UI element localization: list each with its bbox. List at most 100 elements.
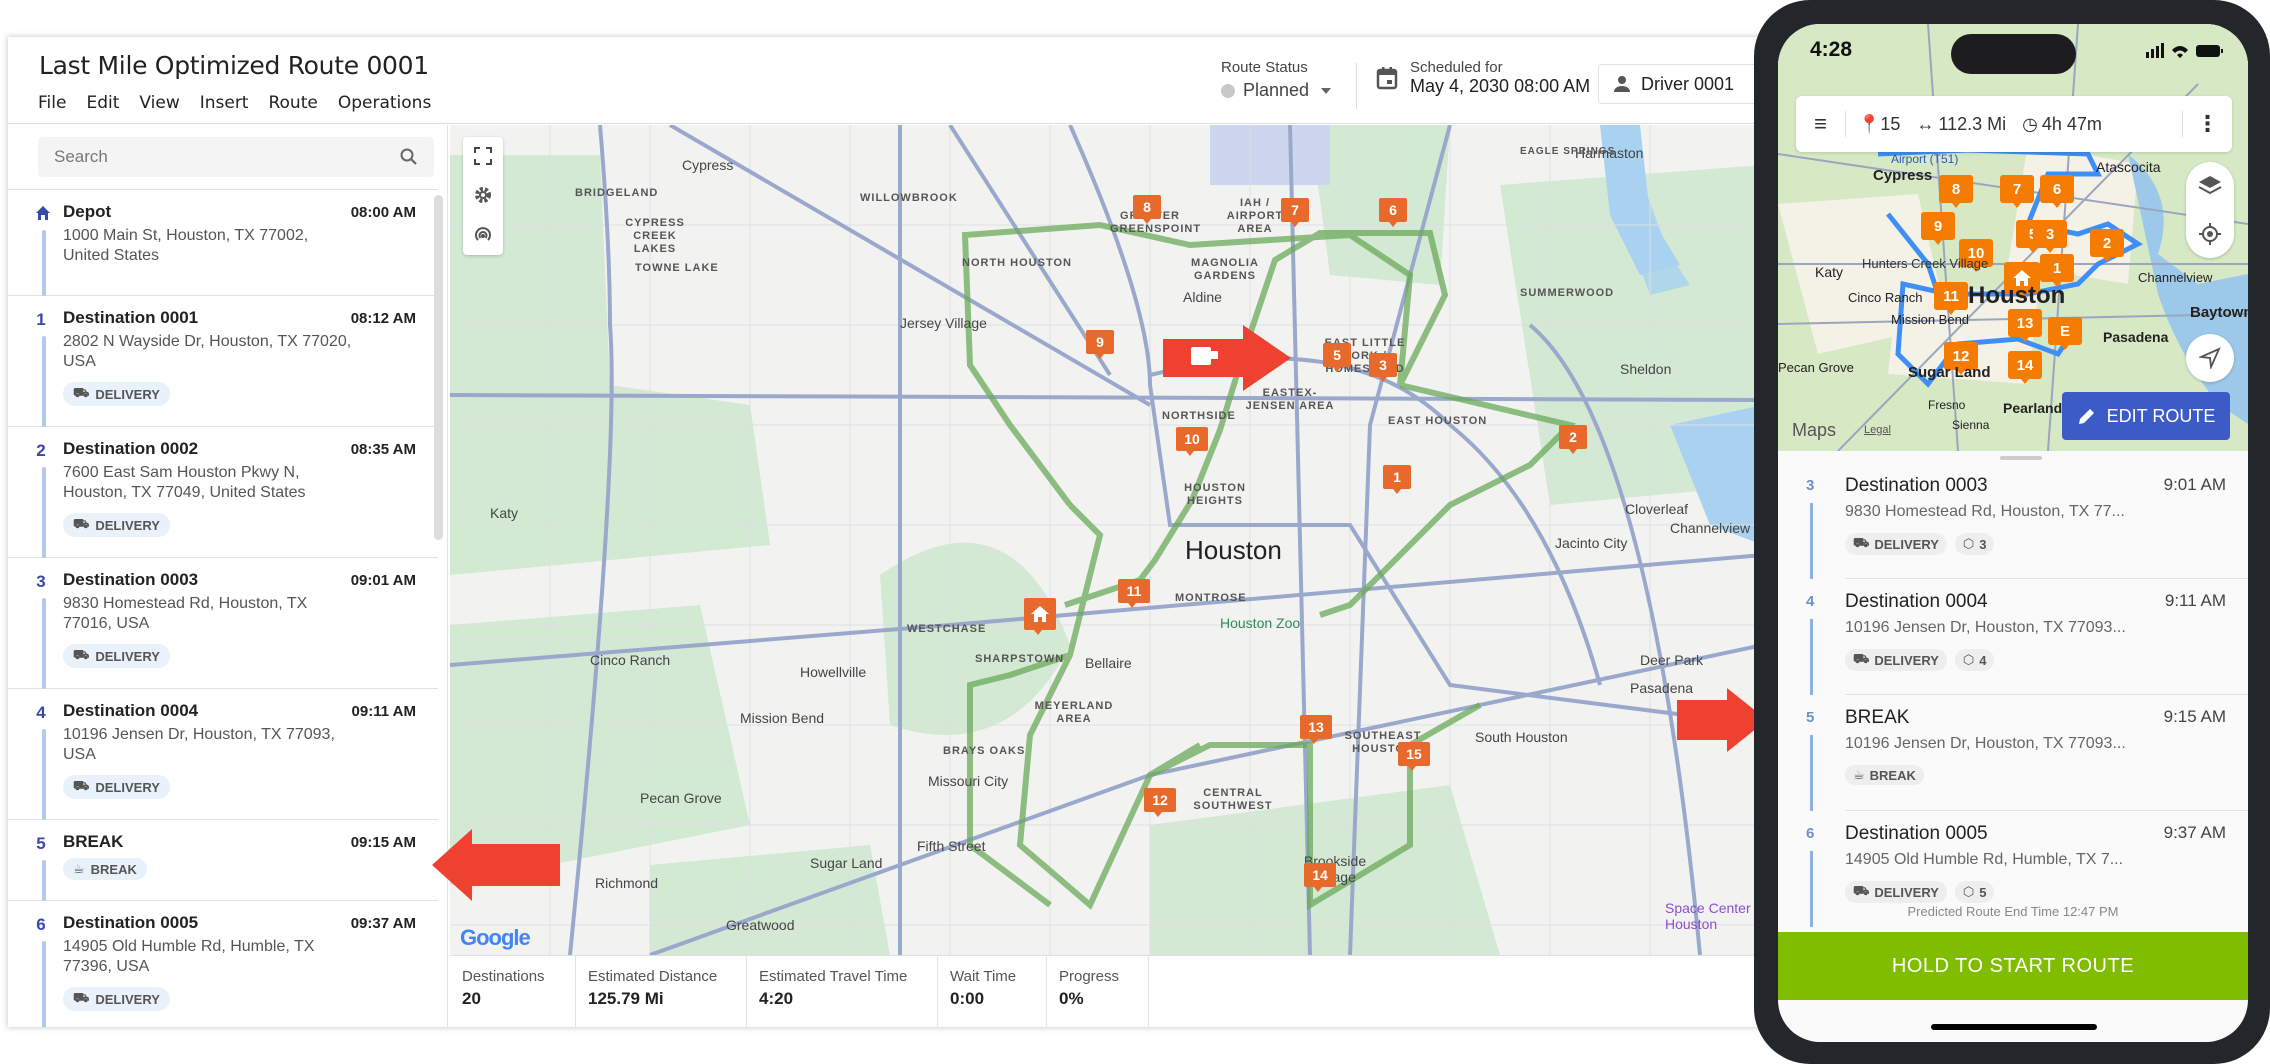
route-marker[interactable]: 12 — [1144, 788, 1176, 817]
route-marker[interactable]: 13 — [1300, 715, 1332, 744]
phone-stop-4[interactable]: 4 Destination 0004 9:11 AM 10196 Jensen … — [1778, 579, 2248, 695]
legal-link[interactable]: Legal — [1864, 424, 1891, 436]
phone-map[interactable]: 4:28 ≡ 📍15 ↔112.3 Mi ◷4h 47m ⋮ 8 7 6 9 5… — [1778, 24, 2248, 451]
stop-3[interactable]: 3 Destination 0003 09:01 AM 9830 Homeste… — [8, 558, 438, 689]
stop-address: 2802 N Wayside Dr, Houston, TX 77020, US… — [63, 333, 352, 370]
edit-route-button[interactable]: EDIT ROUTE — [2062, 392, 2230, 440]
phone-marker[interactable]: 14 — [2008, 351, 2042, 384]
district-label: WILLOWBROOK — [860, 192, 958, 204]
phone-map-label: Pearland — [2003, 400, 2063, 416]
depot-marker[interactable] — [1024, 598, 1056, 635]
route-marker[interactable]: 1 — [1383, 465, 1411, 494]
home-indicator[interactable] — [1931, 1024, 2097, 1030]
badge-label: DELIVERY — [1874, 652, 1939, 668]
badge-label: DELIVERY — [95, 517, 160, 533]
header: Last Mile Optimized Route 0001 File Edit… — [8, 37, 1763, 124]
phone-marker[interactable]: E — [2048, 317, 2082, 350]
fullscreen-icon[interactable] — [474, 147, 492, 165]
stop-4[interactable]: 4 Destination 0004 09:11 AM 10196 Jensen… — [8, 689, 438, 820]
truck-icon: ⛟ — [73, 385, 90, 400]
gear-icon[interactable] — [473, 185, 493, 205]
route-marker[interactable]: 3 — [1369, 353, 1397, 382]
stop-name: Destination 0004 — [1845, 591, 1988, 612]
stat-label: Wait Time — [950, 968, 1017, 985]
more-options-icon[interactable]: ⋮ — [2182, 111, 2232, 137]
menu-edit[interactable]: Edit — [86, 93, 119, 113]
search-input[interactable]: Search — [38, 137, 434, 177]
badge-label: DELIVERY — [95, 779, 160, 795]
route-marker[interactable]: 15 — [1398, 742, 1430, 771]
stop-depot[interactable]: Depot 08:00 AM 1000 Main St, Houston, TX… — [8, 190, 438, 296]
stop-address: 14905 Old Humble Rd, Humble, TX 7... — [1845, 851, 2124, 868]
distance-icon: ↔ — [1916, 113, 1935, 134]
map-label: Fifth Street — [917, 838, 986, 854]
route-status-label: Route Status — [1221, 59, 1308, 76]
phone-marker[interactable]: 11 — [1934, 282, 1968, 315]
menu-view[interactable]: View — [139, 93, 179, 113]
phone-marker[interactable]: 8 — [1939, 175, 1973, 208]
stop-number: 4 — [36, 703, 46, 722]
phone-marker[interactable]: 3 — [2033, 220, 2067, 253]
stop-6[interactable]: 6 Destination 0005 09:37 AM 14905 Old Hu… — [8, 901, 438, 1027]
route-marker[interactable]: 10 — [1176, 427, 1208, 456]
package-icon: ⬡ — [1962, 652, 1975, 667]
navigation-arrow-icon — [2199, 347, 2221, 369]
delivery-badge: ⛟ DELIVERY — [1845, 881, 1947, 903]
map-label: Greatwood — [726, 917, 795, 933]
phone-marker[interactable]: 2 — [2090, 229, 2124, 262]
route-planner-window: Last Mile Optimized Route 0001 File Edit… — [8, 37, 1763, 1027]
route-marker[interactable]: 8 — [1133, 195, 1161, 224]
route-marker[interactable]: 14 — [1304, 863, 1336, 892]
route-marker[interactable]: 6 — [1379, 198, 1407, 227]
stop-time: 9:01 AM — [2163, 475, 2226, 494]
driver-button[interactable]: Driver 0001 — [1598, 64, 1763, 104]
package-count-badge: ⬡ 5 — [1954, 881, 1995, 903]
phone-map-label: Cypress — [1873, 167, 1933, 184]
truck-icon: ⛟ — [73, 778, 90, 793]
phone-stop-5-break[interactable]: 5 BREAK 9:15 AM 10196 Jensen Dr, Houston… — [1778, 695, 2248, 811]
phone-marker[interactable]: 13 — [2008, 309, 2042, 342]
search-placeholder: Search — [54, 147, 108, 166]
menu-route[interactable]: Route — [268, 93, 317, 113]
locate-icon[interactable] — [2198, 222, 2222, 246]
scrollbar[interactable] — [434, 195, 443, 540]
route-marker[interactable]: 7 — [1281, 198, 1309, 227]
broadcast-icon[interactable] — [473, 225, 493, 245]
route-marker[interactable]: 11 — [1118, 579, 1150, 608]
layers-icon[interactable] — [2198, 175, 2222, 197]
route-marker[interactable]: 9 — [1086, 330, 1114, 359]
delivery-badge: ⛟ DELIVERY — [63, 513, 170, 537]
phone-stop-3[interactable]: 3 Destination 0003 9:01 AM 9830 Homestea… — [1778, 463, 2248, 579]
phone-marker[interactable]: 1 — [2040, 254, 2074, 287]
menu-operations[interactable]: Operations — [338, 93, 431, 113]
timeline-bar — [42, 860, 46, 901]
stop-5-break[interactable]: 5 BREAK 09:15 AM ☕ BREAK — [8, 820, 438, 901]
divider — [1356, 63, 1357, 109]
package-count-badge: ⬡ 4 — [1954, 649, 1995, 671]
map-controls — [463, 137, 503, 255]
route-map[interactable]: Cypress Jersey Village Houston Aldine Ho… — [450, 125, 1763, 955]
hamburger-menu-icon[interactable]: ≡ — [1796, 111, 1846, 137]
phone-marker[interactable]: 9 — [1921, 212, 1955, 245]
district-label: BRAYS OAKS — [943, 745, 1026, 757]
phone-map-label: Pecan Grove — [1778, 360, 1854, 375]
route-status[interactable]: Route Status Planned — [1221, 59, 1332, 101]
route-marker[interactable]: 2 — [1559, 425, 1587, 454]
phone-marker[interactable]: 6 — [2040, 175, 2074, 208]
route-marker[interactable]: 5 — [1323, 343, 1351, 372]
stop-time: 08:00 AM — [350, 204, 416, 221]
schedule[interactable]: Scheduled for May 4, 2030 08:00 AM — [1376, 59, 1590, 97]
phone-marker[interactable]: 7 — [2000, 175, 2034, 208]
stop-name: Destination 0005 — [1845, 823, 1988, 844]
timeline-bar — [42, 467, 46, 558]
search-icon[interactable] — [400, 148, 418, 166]
navigate-button[interactable] — [2186, 334, 2234, 382]
stop-address: 9830 Homestead Rd, Houston, TX 77... — [1845, 503, 2125, 520]
stop-2[interactable]: 2 Destination 0002 08:35 AM 7600 East Sa… — [8, 427, 438, 558]
menu-insert[interactable]: Insert — [200, 93, 249, 113]
district-label: TOWNE LAKE — [635, 262, 719, 274]
drag-handle[interactable] — [2000, 456, 2042, 460]
start-route-button[interactable]: HOLD TO START ROUTE — [1778, 932, 2248, 1000]
menu-file[interactable]: File — [38, 93, 66, 113]
stop-1[interactable]: 1 Destination 0001 08:12 AM 2802 N Waysi… — [8, 296, 438, 427]
